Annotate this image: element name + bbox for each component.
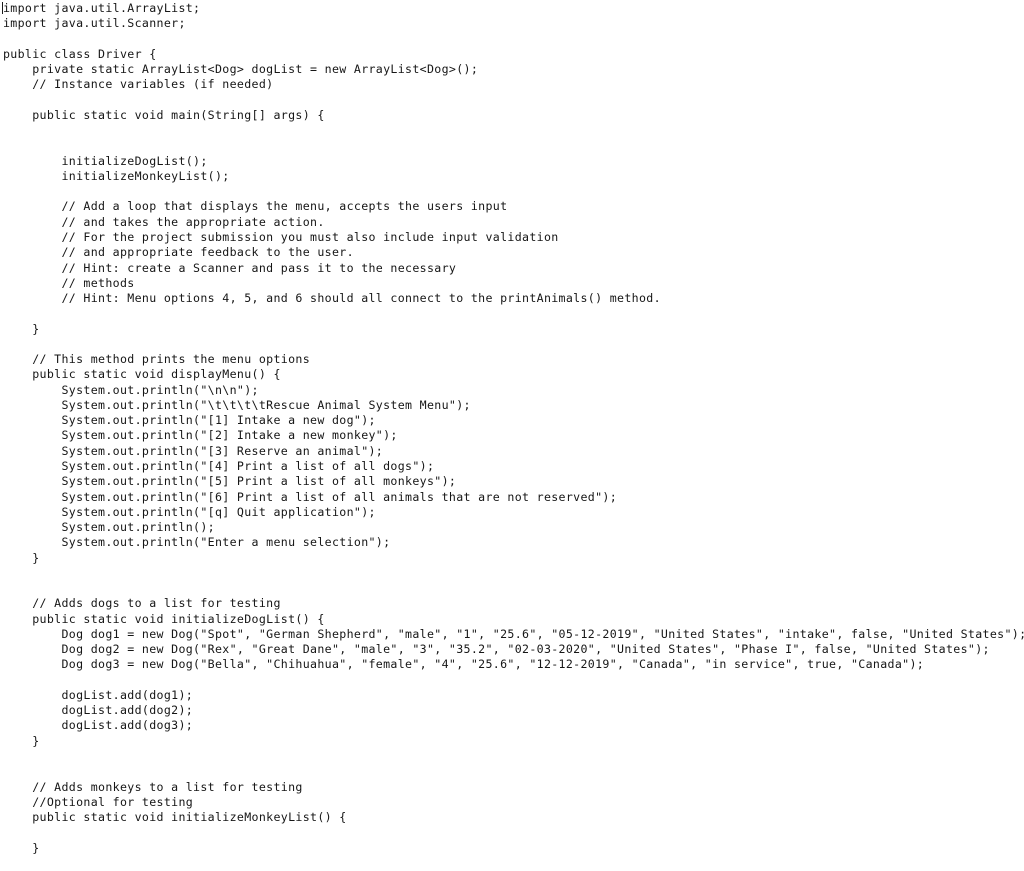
- code-line[interactable]: [0, 32, 1024, 47]
- code-line[interactable]: [0, 673, 1024, 688]
- code-line[interactable]: [0, 749, 1024, 764]
- code-line[interactable]: dogList.add(dog2);: [0, 703, 1024, 718]
- code-line[interactable]: System.out.println("Enter a menu selecti…: [0, 535, 1024, 550]
- code-line[interactable]: }: [0, 322, 1024, 337]
- code-line[interactable]: // methods: [0, 276, 1024, 291]
- code-line[interactable]: // and takes the appropriate action.: [0, 215, 1024, 230]
- code-line[interactable]: [0, 566, 1024, 581]
- code-line[interactable]: System.out.println("\t\t\t\tRescue Anima…: [0, 398, 1024, 413]
- code-line[interactable]: // Hint: create a Scanner and pass it to…: [0, 261, 1024, 276]
- code-line[interactable]: System.out.println("[4] Print a list of …: [0, 459, 1024, 474]
- code-line[interactable]: public class Driver {: [0, 47, 1024, 62]
- code-line[interactable]: initializeMonkeyList();: [0, 169, 1024, 184]
- code-line[interactable]: [0, 825, 1024, 840]
- code-line[interactable]: //Optional for testing: [0, 795, 1024, 810]
- code-line[interactable]: Dog dog1 = new Dog("Spot", "German Sheph…: [0, 627, 1024, 642]
- code-line[interactable]: // This method prints the menu options: [0, 352, 1024, 367]
- code-line[interactable]: // Adds dogs to a list for testing: [0, 596, 1024, 611]
- code-line[interactable]: private static ArrayList<Dog> dogList = …: [0, 62, 1024, 77]
- code-line[interactable]: public static void displayMenu() {: [0, 367, 1024, 382]
- code-line[interactable]: [0, 581, 1024, 596]
- code-line[interactable]: initializeDogList();: [0, 154, 1024, 169]
- code-line[interactable]: import java.util.ArrayList;: [0, 1, 1024, 16]
- code-line[interactable]: System.out.println();: [0, 520, 1024, 535]
- code-line[interactable]: }: [0, 734, 1024, 749]
- code-line[interactable]: // Adds monkeys to a list for testing: [0, 780, 1024, 795]
- code-line[interactable]: public static void main(String[] args) {: [0, 108, 1024, 123]
- code-line[interactable]: }: [0, 551, 1024, 566]
- code-line[interactable]: public static void initializeDogList() {: [0, 612, 1024, 627]
- code-line[interactable]: Dog dog3 = new Dog("Bella", "Chihuahua",…: [0, 657, 1024, 672]
- code-line[interactable]: }: [0, 841, 1024, 856]
- code-line[interactable]: [0, 138, 1024, 153]
- code-line[interactable]: System.out.println("[3] Reserve an anima…: [0, 444, 1024, 459]
- code-line[interactable]: [0, 123, 1024, 138]
- code-line[interactable]: // Add a loop that displays the menu, ac…: [0, 199, 1024, 214]
- code-line-list: import java.util.ArrayList; import java.u…: [0, 0, 1024, 856]
- code-line[interactable]: // Instance variables (if needed): [0, 77, 1024, 92]
- code-line[interactable]: [0, 764, 1024, 779]
- code-line[interactable]: System.out.println("[5] Print a list of …: [0, 474, 1024, 489]
- code-line[interactable]: dogList.add(dog3);: [0, 718, 1024, 733]
- code-line[interactable]: System.out.println("[6] Print a list of …: [0, 490, 1024, 505]
- code-line[interactable]: [0, 337, 1024, 352]
- code-line[interactable]: [0, 184, 1024, 199]
- code-line[interactable]: System.out.println("[1] Intake a new dog…: [0, 413, 1024, 428]
- code-line[interactable]: [0, 93, 1024, 108]
- code-line[interactable]: // and appropriate feedback to the user.: [0, 245, 1024, 260]
- code-line[interactable]: Dog dog2 = new Dog("Rex", "Great Dane", …: [0, 642, 1024, 657]
- code-line[interactable]: // Hint: Menu options 4, 5, and 6 should…: [0, 291, 1024, 306]
- code-line[interactable]: import java.util.Scanner;: [0, 16, 1024, 31]
- code-editor-surface[interactable]: import java.util.ArrayList; import java.u…: [0, 0, 1024, 871]
- code-line[interactable]: System.out.println("\n\n");: [0, 383, 1024, 398]
- code-line[interactable]: public static void initializeMonkeyList(…: [0, 810, 1024, 825]
- code-line[interactable]: System.out.println("[2] Intake a new mon…: [0, 428, 1024, 443]
- code-line[interactable]: dogList.add(dog1);: [0, 688, 1024, 703]
- code-line[interactable]: System.out.println("[q] Quit application…: [0, 505, 1024, 520]
- code-line[interactable]: // For the project submission you must a…: [0, 230, 1024, 245]
- code-line[interactable]: [0, 306, 1024, 321]
